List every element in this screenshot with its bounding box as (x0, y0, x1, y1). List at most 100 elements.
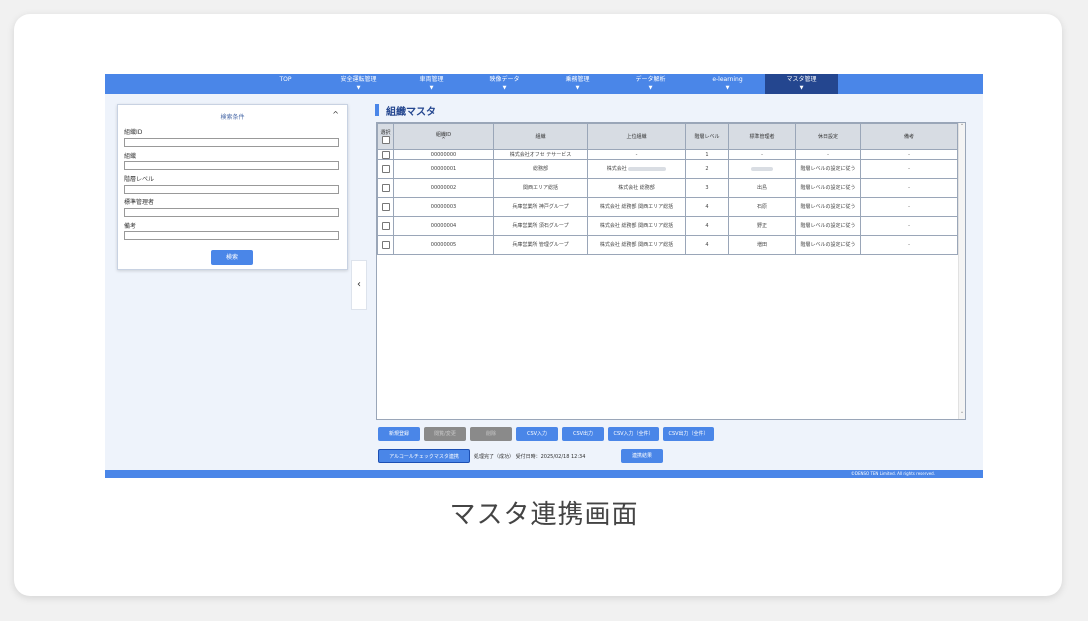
org-table: 選択 組織ID ^ 組織 上位組織 階層レベル 標準管理者 休日設定 備考 000… (377, 123, 958, 255)
cell-parent: 株式会社 総務部 関西エリア総括 (587, 235, 686, 255)
screenshot-caption: マスタ連携画面 (449, 500, 639, 530)
title-accent-bar (375, 104, 379, 116)
table-row[interactable]: 00000002 関西エリア総括 株式会社 総務部 3 出島 階層レベルの設定に… (377, 178, 958, 198)
csv-export-button[interactable]: CSV出力 (562, 427, 604, 441)
col-note[interactable]: 備考 (860, 123, 958, 150)
dropdown-arrow-icon: ▼ (429, 85, 434, 91)
org-id-input[interactable] (124, 138, 339, 147)
new-button[interactable]: 新規登録 (378, 427, 420, 441)
header-label: 上位組織 (626, 134, 647, 140)
nav-label: TOP (279, 76, 292, 83)
col-parent-org[interactable]: 上位組織 (587, 123, 686, 150)
header-label: 備考 (903, 134, 914, 140)
csv-import-all-button[interactable]: CSV入力（全件） (608, 427, 659, 441)
col-org-id[interactable]: 組織ID ^ (393, 123, 494, 150)
csv-import-button[interactable]: CSV入力 (516, 427, 558, 441)
cell-note: - (860, 149, 958, 160)
row-checkbox[interactable] (381, 184, 390, 192)
delete-button[interactable]: 削除 (470, 427, 512, 441)
cell-parent: - (587, 149, 686, 160)
nav-item-vehicle[interactable]: 車両管理 ▼ (395, 74, 468, 94)
row-checkbox[interactable] (381, 203, 390, 211)
scroll-up-icon[interactable]: ˄ (959, 124, 965, 130)
row-select-cell (377, 216, 394, 236)
dropdown-arrow-icon: ▼ (356, 85, 361, 91)
nav-item-master[interactable]: マスタ管理 ▼ (765, 74, 838, 94)
cell-manager (728, 159, 796, 179)
cell-org-id: 00000002 (393, 178, 494, 198)
note-input[interactable] (124, 231, 339, 240)
alcohol-sync-button[interactable]: アルコールチェックマスタ連携 (378, 449, 470, 463)
cell-org: 関西エリア総括 (493, 178, 588, 198)
nav-item-safety[interactable]: 安全運転管理 ▼ (322, 74, 395, 94)
header-label: 組織 (535, 134, 546, 140)
table-row[interactable]: 00000003 兵庫営業所 神戸グループ 株式会社 総務部 関西エリア総括 4… (377, 197, 958, 217)
dropdown-arrow-icon: ▼ (648, 85, 653, 91)
dropdown-arrow-icon: ▼ (725, 85, 730, 91)
table-row[interactable]: 00000004 兵庫営業所 須石グループ 株式会社 総務部 関西エリア総括 4… (377, 216, 958, 236)
row-checkbox[interactable] (381, 150, 390, 159)
table-row[interactable]: 00000001 総務部 株式会社 2 階層レベルの設定に従う - (377, 159, 958, 179)
nav-item-duty[interactable]: 乗務管理 ▼ (541, 74, 614, 94)
select-all-checkbox[interactable] (381, 136, 390, 144)
table-row[interactable]: 00000000 株式会社オフセ テサービス - 1 - - - (377, 149, 958, 160)
col-org[interactable]: 組織 (493, 123, 588, 150)
cell-level: 4 (685, 216, 729, 236)
cell-org-id: 00000005 (393, 235, 494, 255)
dropdown-arrow-icon: ▼ (575, 85, 580, 91)
header-label: 休日設定 (817, 134, 838, 140)
row-checkbox[interactable] (381, 222, 390, 230)
nav-label: マスタ管理 (786, 76, 817, 83)
search-panel-title: 検索条件 (220, 114, 245, 121)
cell-holiday: 階層レベルの設定に従う (795, 216, 861, 236)
search-button[interactable]: 検索 (211, 250, 253, 265)
cell-manager: 増田 (728, 235, 796, 255)
dropdown-arrow-icon: ▼ (502, 85, 507, 91)
level-label: 階層レベル (124, 176, 155, 183)
redacted-text (751, 166, 773, 171)
nav-label: データ解析 (635, 76, 666, 83)
org-id-label: 組織ID (124, 129, 143, 136)
cell-holiday: 階層レベルの設定に従う (795, 159, 861, 179)
csv-export-all-button[interactable]: CSV出力（全件） (663, 427, 714, 441)
cell-level: 4 (685, 197, 729, 217)
table-header-row: 選択 組織ID ^ 組織 上位組織 階層レベル 標準管理者 休日設定 備考 (377, 123, 958, 150)
table-row[interactable]: 00000005 兵庫営業所 管理グループ 株式会社 総務部 関西エリア総括 4… (377, 235, 958, 255)
col-level[interactable]: 階層レベル (685, 123, 729, 150)
row-checkbox[interactable] (381, 165, 390, 173)
nav-item-video[interactable]: 映像データ ▼ (468, 74, 541, 94)
redacted-text (628, 166, 667, 171)
col-manager[interactable]: 標準管理者 (728, 123, 796, 150)
cell-note: - (860, 235, 958, 255)
sync-result-button[interactable]: 連携結果 (621, 449, 663, 463)
org-input[interactable] (124, 161, 339, 170)
nav-label: 乗務管理 (565, 76, 590, 83)
edit-button[interactable]: 閲覧/変更 (424, 427, 466, 441)
collapse-panel-button[interactable]: ‹ (351, 260, 367, 310)
chevron-left-icon: ‹ (357, 279, 361, 290)
cell-level: 4 (685, 235, 729, 255)
nav-item-top[interactable]: TOP (249, 74, 322, 94)
cell-note: - (860, 216, 958, 236)
cell-holiday: 階層レベルの設定に従う (795, 178, 861, 198)
row-select-cell (377, 149, 394, 160)
cell-org: 兵庫営業所 神戸グループ (493, 197, 588, 217)
row-checkbox[interactable] (381, 241, 390, 249)
nav-label: 車両管理 (419, 76, 444, 83)
org-table-container: 選択 組織ID ^ 組織 上位組織 階層レベル 標準管理者 休日設定 備考 000… (376, 122, 966, 420)
level-input[interactable] (124, 185, 339, 194)
cell-level: 3 (685, 178, 729, 198)
nav-item-elearning[interactable]: e-learning ▼ (691, 74, 764, 94)
cell-parent: 株式会社 (587, 159, 686, 179)
nav-label: 安全運転管理 (340, 76, 377, 83)
chevron-up-icon[interactable]: ^ (332, 110, 339, 119)
cell-org: 総務部 (493, 159, 588, 179)
search-panel: 検索条件 ^ 組織ID 組織 階層レベル 標準管理者 備考 検索 (117, 104, 348, 270)
table-scrollbar[interactable]: ˄ ˅ (958, 123, 965, 419)
manager-input[interactable] (124, 208, 339, 217)
nav-item-analysis[interactable]: データ解析 ▼ (614, 74, 687, 94)
top-nav: TOP 安全運転管理 ▼ 車両管理 ▼ 映像データ ▼ 乗務管理 ▼ データ解析 ▼ e-… (105, 74, 983, 94)
col-holiday[interactable]: 休日設定 (795, 123, 861, 150)
scroll-down-icon[interactable]: ˅ (959, 412, 965, 418)
cell-org-id: 00000000 (393, 149, 494, 160)
